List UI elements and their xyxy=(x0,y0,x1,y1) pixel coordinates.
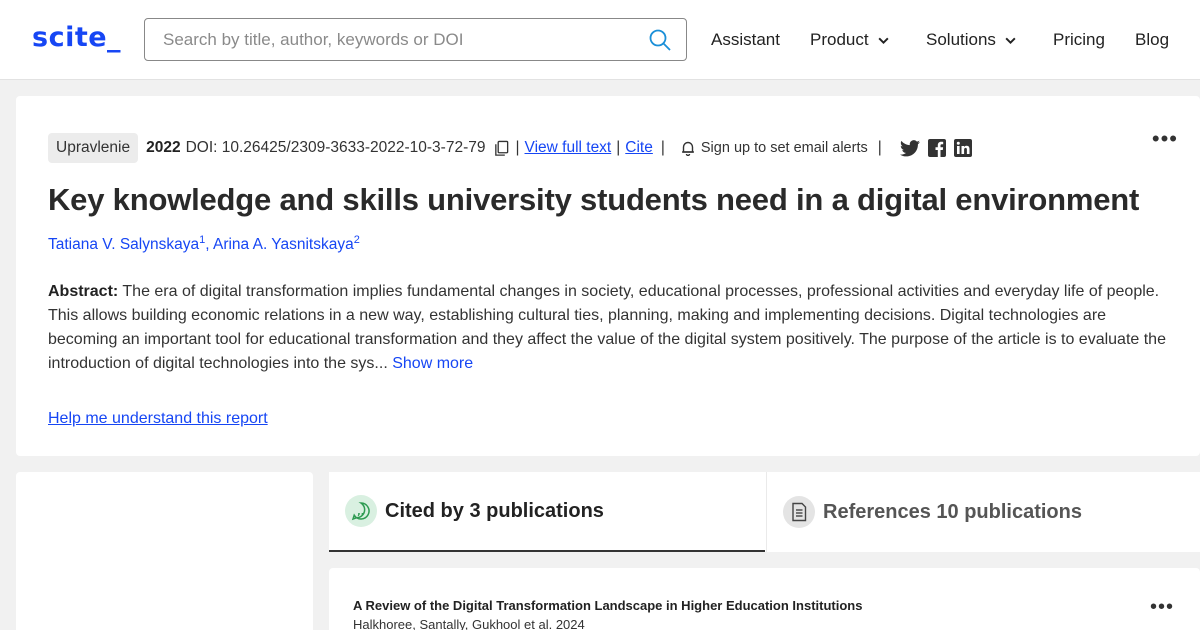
help-understand-link[interactable]: Help me understand this report xyxy=(48,410,268,428)
separator: | xyxy=(515,139,520,156)
author-affiliation: 1 xyxy=(199,234,206,246)
author-link[interactable]: Arina A. Yasnitskaya2 xyxy=(212,234,360,254)
search-box[interactable] xyxy=(144,18,687,61)
copy-icon[interactable] xyxy=(493,140,510,157)
list-item: A Review of the Digital Transformation L… xyxy=(329,568,1200,630)
email-alerts-link[interactable]: Sign up to set email alerts xyxy=(701,140,868,156)
author-affiliation: 2 xyxy=(353,234,360,246)
cite-link[interactable]: Cite xyxy=(625,139,653,157)
view-full-text-link[interactable]: View full text xyxy=(525,139,612,157)
nav-pricing-label: Pricing xyxy=(1053,30,1105,49)
tab-references[interactable]: References 10 publications xyxy=(766,472,1200,552)
nav-product[interactable]: Product xyxy=(810,0,890,80)
search-input[interactable] xyxy=(145,19,635,60)
nav-blog-label: Blog xyxy=(1135,30,1170,49)
social-share xyxy=(899,139,980,157)
more-icon[interactable]: ••• xyxy=(1150,596,1174,619)
nav-solutions-label: Solutions xyxy=(926,30,996,49)
separator: | xyxy=(660,139,665,156)
abstract: Abstract: The era of digital transformat… xyxy=(48,280,1173,376)
article-title: Key knowledge and skills university stud… xyxy=(48,182,1140,217)
abstract-text: The era of digital transformation implie… xyxy=(48,283,1166,372)
citation-tabs: ,, Cited by 3 publications References 10… xyxy=(329,472,1200,552)
article-meta-bar: Upravlenie 2022 DOI: 10.26425/2309-3633-… xyxy=(48,132,980,164)
author-name: Tatiana V. Salynskaya xyxy=(48,236,200,254)
author-name: Arina A. Yasnitskaya xyxy=(212,236,354,254)
chevron-down-icon xyxy=(878,37,889,44)
author-list: Tatiana V. Salynskaya1, Arina A. Yasnits… xyxy=(48,234,360,254)
tab-references-label: References 10 publications xyxy=(823,500,1082,523)
citing-paper-title[interactable]: A Review of the Digital Transformation L… xyxy=(353,598,862,613)
author-link[interactable]: Tatiana V. Salynskaya1 xyxy=(48,234,206,254)
search-icon[interactable] xyxy=(648,28,672,52)
nav-blog[interactable]: Blog xyxy=(1135,0,1169,80)
quote-bubble-icon: ,, xyxy=(345,495,377,527)
separator: | xyxy=(616,139,621,156)
nav-product-label: Product xyxy=(810,30,869,49)
nav-assistant[interactable]: Assistant xyxy=(711,0,780,80)
citing-paper-authors: Halkhoree, Santally, Gukhool et al. 2024 xyxy=(353,617,585,630)
show-more-link[interactable]: Show more xyxy=(392,355,473,372)
nav-solutions[interactable]: Solutions xyxy=(926,0,1017,80)
chevron-down-icon xyxy=(1005,37,1016,44)
linkedin-icon[interactable] xyxy=(953,139,972,157)
document-icon xyxy=(783,496,815,528)
scite-logo[interactable]: scite_ xyxy=(32,22,121,53)
abstract-label: Abstract: xyxy=(48,283,119,300)
top-navbar: scite_ Assistant Product Solutions Prici… xyxy=(0,0,1200,80)
journal-badge[interactable]: Upravlenie xyxy=(48,133,139,163)
separator: | xyxy=(877,139,882,156)
nav-pricing[interactable]: Pricing xyxy=(1053,0,1105,80)
twitter-icon[interactable] xyxy=(899,139,920,157)
bell-icon[interactable] xyxy=(681,140,695,156)
svg-text:,,: ,, xyxy=(357,508,364,518)
doi-text: DOI: 10.26425/2309-3633-2022-10-3-72-79 xyxy=(185,139,486,156)
nav-assistant-label: Assistant xyxy=(711,30,780,49)
publication-year: 2022 xyxy=(146,139,181,156)
side-panel xyxy=(16,472,313,630)
more-icon[interactable]: ••• xyxy=(1152,126,1178,152)
tab-cited-by[interactable]: ,, Cited by 3 publications xyxy=(329,472,765,552)
facebook-icon[interactable] xyxy=(927,139,946,157)
article-card: Upravlenie 2022 DOI: 10.26425/2309-3633-… xyxy=(16,96,1200,456)
tab-cited-by-label: Cited by 3 publications xyxy=(385,499,604,522)
